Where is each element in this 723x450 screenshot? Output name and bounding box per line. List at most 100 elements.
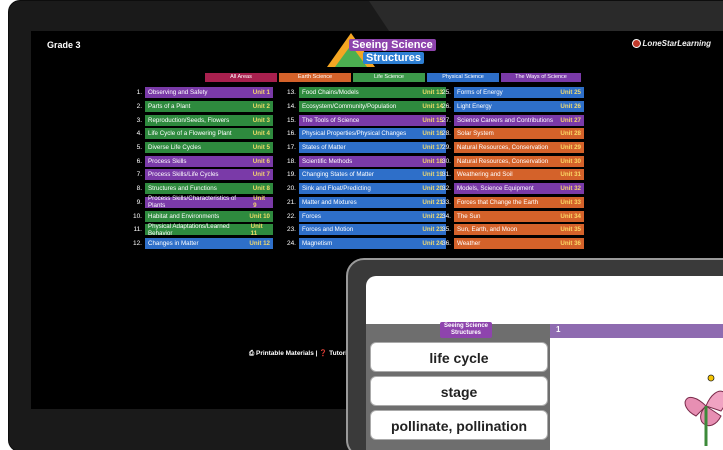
unit-row[interactable]: 23. Forces and Motion Unit 23 [281, 223, 446, 237]
unit-row[interactable]: 10. Habitat and Environments Unit 10 [127, 209, 273, 223]
unit-button[interactable]: Science Careers and Contributions Unit 27 [454, 114, 584, 126]
unit-button[interactable]: Diverse Life Cycles Unit 5 [145, 142, 273, 154]
unit-title: Physical Properties/Physical Changes [302, 130, 407, 138]
unit-button[interactable]: Observing and Safety Unit 1 [145, 87, 273, 99]
unit-row[interactable]: 27. Science Careers and Contributions Unit… [436, 113, 584, 127]
unit-row[interactable]: 30. Natural Resources, Conservation Unit 3… [436, 154, 584, 168]
app-logo: Seeing Science Structures [319, 33, 449, 67]
unit-button[interactable]: Parts of a Plant Unit 2 [145, 101, 273, 113]
unit-row[interactable]: 13. Food Chains/Models Unit 13 [281, 86, 446, 100]
unit-row[interactable]: 8. Structures and Functions Unit 8 [127, 182, 273, 196]
unit-title: Solar System [457, 130, 494, 138]
unit-row[interactable]: 24. Magnetism Unit 24 [281, 237, 446, 251]
unit-button[interactable]: Physical Adaptations/Learned Behavior Uni… [145, 223, 273, 237]
unit-row[interactable]: 19. Changing States of Matter Unit 19 [281, 168, 446, 182]
unit-number: 16. [286, 130, 296, 138]
unit-title: Forces that Change the Earth [457, 198, 539, 206]
unit-button[interactable]: Sun, Earth, and Moon Unit 35 [454, 224, 584, 236]
unit-row[interactable]: 5. Diverse Life Cycles Unit 5 [127, 141, 273, 155]
unit-row[interactable]: 12. Changes in Matter Unit 12 [127, 237, 273, 251]
unit-button[interactable]: Sink and Float/Predicting Unit 20 [299, 183, 446, 195]
unit-row[interactable]: 34. The Sun Unit 34 [436, 209, 584, 223]
unit-button[interactable]: Process Skills/Characteristics of Plants… [145, 195, 273, 210]
unit-row[interactable]: 32. Models, Science Equipment Unit 32 [436, 182, 584, 196]
unit-row[interactable]: 25. Forms of Energy Unit 25 [436, 86, 584, 100]
unit-row[interactable]: 33. Forces that Change the Earth Unit 33 [436, 196, 584, 210]
unit-button[interactable]: Reproduction/Seeds, Flowers Unit 3 [145, 114, 273, 126]
unit-number: 31. [441, 171, 451, 179]
vocab-card[interactable]: life cycle [370, 342, 548, 372]
unit-row[interactable]: 22. Forces Unit 22 [281, 209, 446, 223]
brand-star-icon [631, 39, 641, 49]
unit-button[interactable]: Food Chains/Models Unit 13 [299, 87, 446, 99]
unit-button[interactable]: Process Skills Unit 6 [145, 155, 273, 167]
unit-row[interactable]: 6. Process Skills Unit 6 [127, 154, 273, 168]
unit-row[interactable]: 7. Process Skills/Life Cycles Unit 7 [127, 168, 273, 182]
unit-button[interactable]: Natural Resources, Conservation Unit 29 [454, 142, 584, 154]
unit-button[interactable]: The Tools of Science Unit 15 [299, 114, 446, 126]
unit-button[interactable]: The Sun Unit 34 [454, 210, 584, 222]
unit-title: Parts of a Plant [148, 103, 191, 111]
category-tab[interactable]: Physical Science [427, 73, 499, 82]
unit-number: 25. [441, 89, 451, 97]
unit-number: 17. [286, 144, 296, 152]
unit-number: 9. [136, 198, 142, 206]
category-tab[interactable]: Life Science [353, 73, 425, 82]
unit-button[interactable]: Process Skills/Life Cycles Unit 7 [145, 169, 273, 181]
unit-label: Unit 9 [253, 195, 266, 210]
unit-row[interactable]: 16. Physical Properties/Physical Changes U… [281, 127, 446, 141]
unit-button[interactable]: Scientific Methods Unit 18 [299, 155, 446, 167]
unit-button[interactable]: Forces that Change the Earth Unit 33 [454, 196, 584, 208]
unit-button[interactable]: Habitat and Environments Unit 10 [145, 210, 273, 222]
unit-row[interactable]: 20. Sink and Float/Predicting Unit 20 [281, 182, 446, 196]
unit-row[interactable]: 9. Process Skills/Characteristics of Plan… [127, 195, 273, 210]
unit-button[interactable]: Forces Unit 22 [299, 210, 446, 222]
unit-button[interactable]: Ecosystem/Community/Population Unit 14 [299, 101, 446, 113]
unit-button[interactable]: Forms of Energy Unit 25 [454, 87, 584, 99]
unit-row[interactable]: 36. Weather Unit 36 [436, 237, 584, 251]
unit-button[interactable]: Light Energy Unit 26 [454, 101, 584, 113]
unit-button[interactable]: Matter and Mixtures Unit 21 [299, 196, 446, 208]
vocab-card[interactable]: pollinate, pollination [370, 410, 548, 440]
unit-button[interactable]: Natural Resources, Conservation Unit 30 [454, 155, 584, 167]
unit-number: 12. [132, 239, 142, 247]
unit-row[interactable]: 3. Reproduction/Seeds, Flowers Unit 3 [127, 113, 273, 127]
unit-row[interactable]: 14. Ecosystem/Community/Population Unit 14 [281, 100, 446, 114]
unit-label: Unit 36 [560, 239, 581, 247]
brand-logo: LoneStarLearning [631, 39, 711, 49]
unit-number: 33. [441, 198, 451, 206]
unit-button[interactable]: Models, Science Equipment Unit 32 [454, 183, 584, 195]
unit-button[interactable]: Structures and Functions Unit 8 [145, 183, 273, 195]
category-tab[interactable]: All Areas [205, 73, 277, 82]
unit-row[interactable]: 17. States of Matter Unit 17 [281, 141, 446, 155]
unit-button[interactable]: Changes in Matter Unit 12 [145, 237, 273, 249]
unit-number: 18. [286, 157, 296, 165]
unit-button[interactable]: Life Cycle of a Flowering Plant Unit 4 [145, 128, 273, 140]
unit-row[interactable]: 11. Physical Adaptations/Learned Behavior… [127, 223, 273, 237]
unit-title: Life Cycle of a Flowering Plant [148, 130, 232, 138]
unit-button[interactable]: Solar System Unit 28 [454, 128, 584, 140]
unit-row[interactable]: 31. Weathering and Soil Unit 31 [436, 168, 584, 182]
unit-row[interactable]: 28. Solar System Unit 28 [436, 127, 584, 141]
vocab-card[interactable]: stage [370, 376, 548, 406]
category-tab[interactable]: The Ways of Science [501, 73, 581, 82]
unit-row[interactable]: 21. Matter and Mixtures Unit 21 [281, 196, 446, 210]
unit-button[interactable]: Weathering and Soil Unit 31 [454, 169, 584, 181]
unit-button[interactable]: Physical Properties/Physical Changes Unit… [299, 128, 446, 140]
unit-row[interactable]: 2. Parts of a Plant Unit 2 [127, 100, 273, 114]
unit-row[interactable]: 26. Light Energy Unit 26 [436, 100, 584, 114]
unit-row[interactable]: 15. The Tools of Science Unit 15 [281, 113, 446, 127]
unit-title: Reproduction/Seeds, Flowers [148, 116, 230, 124]
unit-row[interactable]: 35. Sun, Earth, and Moon Unit 35 [436, 223, 584, 237]
unit-row[interactable]: 1. Observing and Safety Unit 1 [127, 86, 273, 100]
unit-button[interactable]: Magnetism Unit 24 [299, 237, 446, 249]
unit-button[interactable]: Forces and Motion Unit 23 [299, 224, 446, 236]
unit-row[interactable]: 18. Scientific Methods Unit 18 [281, 154, 446, 168]
unit-row[interactable]: 29. Natural Resources, Conservation Unit 2… [436, 141, 584, 155]
unit-button[interactable]: Changing States of Matter Unit 19 [299, 169, 446, 181]
unit-row[interactable]: 4. Life Cycle of a Flowering Plant Unit 4 [127, 127, 273, 141]
unit-title: Weather [457, 239, 481, 247]
category-tab[interactable]: Earth Science [279, 73, 351, 82]
unit-button[interactable]: Weather Unit 36 [454, 237, 584, 249]
unit-button[interactable]: States of Matter Unit 17 [299, 142, 446, 154]
